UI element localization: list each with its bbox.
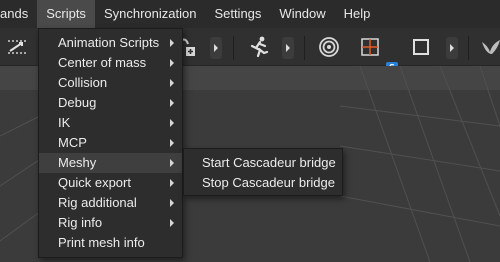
menu-item-debug[interactable]: Debug: [39, 93, 182, 113]
spiral-icon[interactable]: [316, 34, 342, 60]
menu-scripts[interactable]: Scripts: [37, 0, 95, 28]
shape-dropdown-button[interactable]: [446, 37, 458, 59]
running-figure-icon[interactable]: [246, 34, 272, 60]
menu-item-center-of-mass[interactable]: Center of mass: [39, 53, 182, 73]
menu-item-mcp[interactable]: MCP: [39, 133, 182, 153]
menu-item-start-cascadeur-bridge[interactable]: Start Cascadeur bridge: [184, 153, 342, 173]
menu-item-animation-scripts[interactable]: Animation Scripts: [39, 33, 182, 53]
menu-item-label: Center of mass: [58, 55, 147, 70]
submenu-arrow-icon: [170, 79, 174, 87]
submenu-arrow-icon: [170, 39, 174, 47]
menu-commands[interactable]: ands: [0, 0, 37, 28]
menu-window[interactable]: Window: [270, 0, 334, 28]
rectangle-icon[interactable]: [408, 34, 434, 60]
menu-item-label: Rig info: [58, 215, 103, 230]
toolbar-separator: [233, 36, 234, 60]
scripts-menu: Animation Scripts Center of mass Collisi…: [38, 28, 183, 258]
menu-synchronization[interactable]: Synchronization: [95, 0, 206, 28]
menu-item-rig-info[interactable]: Rig info: [39, 213, 182, 233]
submenu-arrow-icon: [170, 139, 174, 147]
menu-item-label: Print mesh info: [58, 235, 145, 250]
menu-item-label: MCP: [58, 135, 87, 150]
menu-settings[interactable]: Settings: [205, 0, 270, 28]
add-node-dropdown-button[interactable]: [210, 37, 222, 59]
menu-item-stop-cascadeur-bridge[interactable]: Stop Cascadeur bridge: [184, 173, 342, 193]
menu-item-ik[interactable]: IK: [39, 113, 182, 133]
menu-item-label: Debug: [58, 95, 97, 110]
menu-item-print-mesh-info[interactable]: Print mesh info: [39, 233, 182, 253]
submenu-arrow-icon: [170, 179, 174, 187]
menu-item-label: Meshy: [58, 155, 97, 170]
animation-dropdown-button[interactable]: [282, 37, 294, 59]
submenu-arrow-icon: [170, 99, 174, 107]
menu-item-label: Animation Scripts: [58, 35, 160, 50]
submenu-arrow-icon: [170, 219, 174, 227]
submenu-arrow-icon: [170, 199, 174, 207]
menu-item-label: IK: [58, 115, 71, 130]
menu-item-quick-export[interactable]: Quick export: [39, 173, 182, 193]
menu-item-label: Quick export: [58, 175, 131, 190]
toolbar-separator: [468, 36, 469, 60]
selection-grid-icon[interactable]: [357, 34, 383, 60]
menu-item-collision[interactable]: Collision: [39, 73, 182, 93]
meshy-submenu: Start Cascadeur bridge Stop Cascadeur br…: [183, 148, 343, 196]
menu-item-rig-additional[interactable]: Rig additional: [39, 193, 182, 213]
menu-item-label: Collision: [58, 75, 108, 90]
menu-help[interactable]: Help: [335, 0, 380, 28]
submenu-arrow-icon: [170, 159, 174, 167]
submenu-arrow-icon: [170, 59, 174, 67]
toolbar-separator: [304, 36, 305, 60]
submenu-arrow-icon: [170, 119, 174, 127]
menubar: ands Scripts Synchronization Settings Wi…: [0, 0, 500, 28]
menu-item-label: Rig additional: [58, 195, 137, 210]
leaf-icon[interactable]: [476, 34, 500, 60]
rig-transform-icon[interactable]: [4, 34, 30, 60]
menu-item-meshy[interactable]: Meshy: [39, 153, 182, 173]
